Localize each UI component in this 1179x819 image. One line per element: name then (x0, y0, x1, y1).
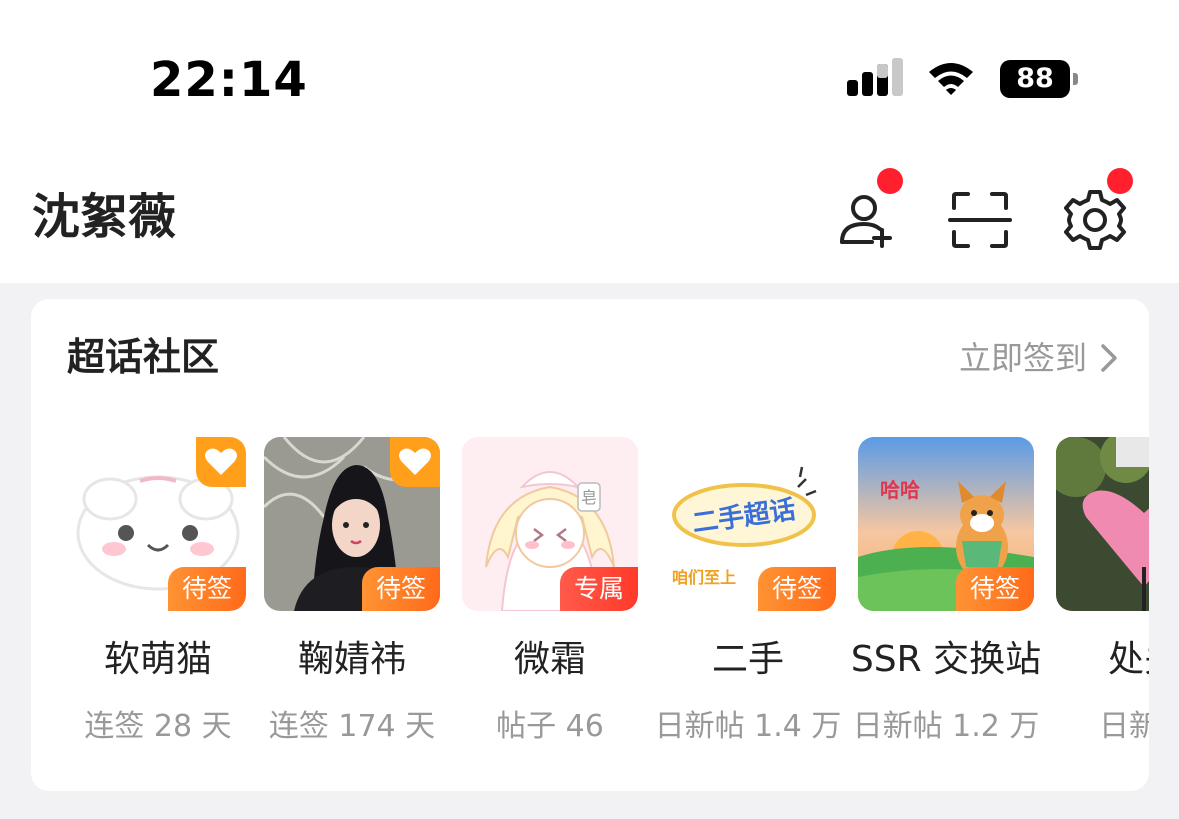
status-time: 22:14 (150, 52, 308, 108)
status-tag: 待签 (362, 567, 440, 611)
scan-icon (948, 192, 1012, 248)
topic-subtitle: 日新帖 1.2 万 (852, 709, 1040, 744)
wifi-icon (929, 63, 973, 95)
gear-icon (1064, 190, 1126, 250)
status-tag: 待签 (168, 567, 246, 611)
topic-subtitle: 日新帖 1.4 万 (654, 709, 842, 744)
heart-icon (399, 448, 431, 475)
add-friend-button[interactable] (836, 188, 900, 252)
checkin-button[interactable]: 立即签到 (959, 337, 1119, 379)
topic-name: 处关 (1107, 639, 1149, 680)
topic-name: SSR 交换站 (850, 639, 1042, 680)
settings-button[interactable] (1063, 188, 1127, 252)
topic-thumbnail: 待签 (264, 437, 440, 611)
status-tag: 待签 (956, 567, 1034, 611)
topic-item[interactable]: 哈哈 待签 SSR 交换站 日新帖 1.2 万 (851, 437, 1041, 767)
topic-list: 待签 软萌猫 连签 28 天 待签 鞠婧祎 连签 174 天 皂 专属 微霜 帖… (64, 437, 1149, 767)
topic-name: 鞠婧祎 (297, 639, 406, 680)
favorite-badge (196, 437, 246, 487)
notification-dot (877, 168, 903, 194)
topic-name: 软萌猫 (103, 639, 212, 680)
topic-subtitle: 帖子 46 (496, 709, 604, 744)
topic-thumbnail: 待签 (70, 437, 246, 611)
favorite-badge (390, 437, 440, 487)
battery-icon: 88 (1000, 60, 1080, 98)
super-topic-card: 超话社区 立即签到 待签 软萌猫 连签 28 天 待签 鞠婧祎 连签 174 天… (31, 299, 1149, 791)
topic-item[interactable]: 待签 软萌猫 连签 28 天 (70, 437, 246, 767)
scan-button[interactable] (948, 188, 1012, 252)
card-title: 超话社区 (67, 335, 220, 379)
topic-thumbnail: 皂 专属 (462, 437, 638, 611)
topic-thumbnail: 二手超话 咱们至上 待签 (660, 437, 836, 611)
thumb-label: 哈哈 (880, 478, 920, 502)
add-user-icon (840, 195, 892, 248)
topic-item[interactable]: 皂 专属 微霜 帖子 46 (462, 437, 638, 767)
chevron-right-icon (1101, 344, 1117, 372)
thumb-sublabel: 咱们至上 (672, 568, 736, 587)
notification-dot (1107, 168, 1133, 194)
topic-item[interactable]: 处关 日新帖 (1056, 437, 1149, 767)
topic-name: 二手 (711, 639, 784, 680)
heart-icon (205, 448, 237, 475)
topic-subtitle: 日新帖 (1099, 709, 1149, 744)
topic-subtitle: 连签 174 天 (268, 709, 436, 744)
status-tag: 专属 (560, 567, 638, 611)
top-bar: 22:14 88 沈絮薇 (0, 0, 1179, 283)
topic-name: 微霜 (513, 639, 586, 680)
topic-item[interactable]: 二手超话 咱们至上 待签 二手 日新帖 1.4 万 (655, 437, 841, 767)
username: 沈絮薇 (32, 189, 177, 245)
checkin-label: 立即签到 (958, 339, 1087, 377)
topic-thumbnail: 哈哈 待签 (858, 437, 1034, 611)
status-tag: 待签 (758, 567, 836, 611)
thumb-label: 皂 (581, 488, 597, 507)
topic-item[interactable]: 待签 鞠婧祎 连签 174 天 (264, 437, 440, 767)
signal-icon (847, 58, 903, 96)
battery-level: 88 (1000, 60, 1070, 98)
topic-thumbnail (1056, 437, 1149, 611)
